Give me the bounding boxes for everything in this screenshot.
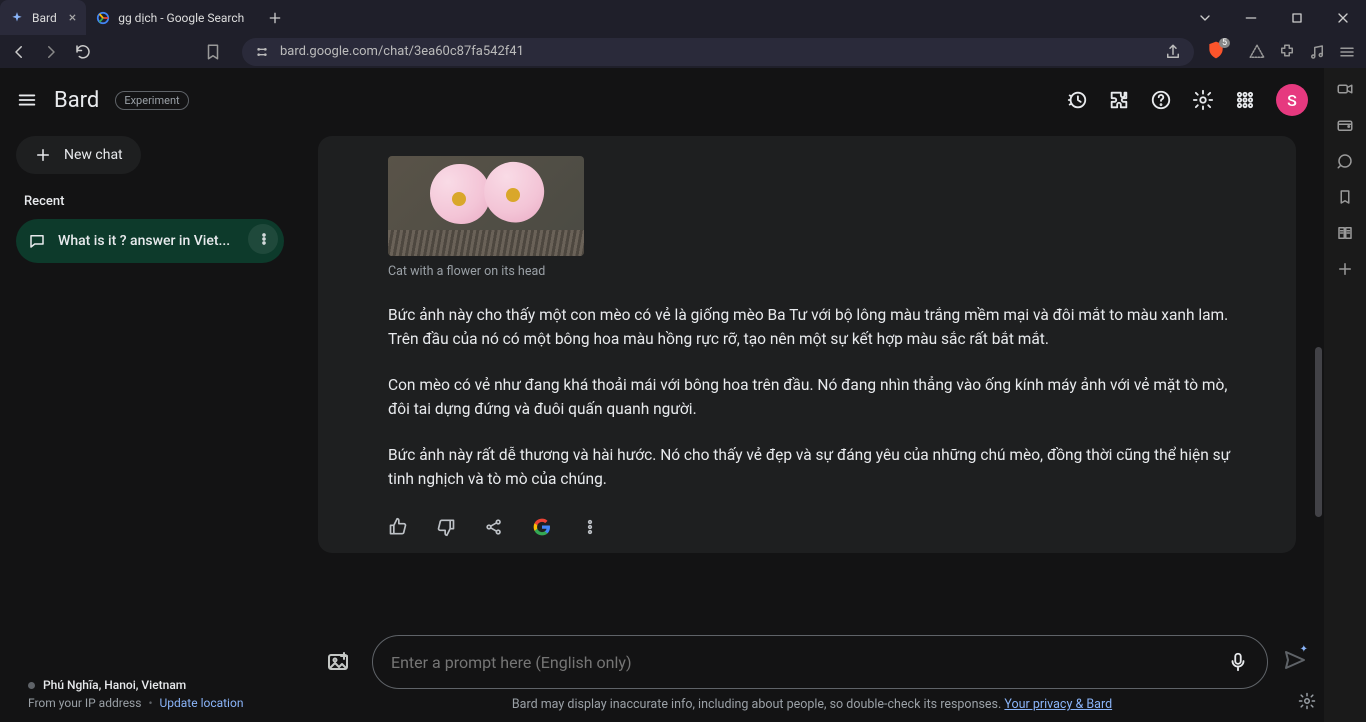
recent-heading: Recent (24, 194, 284, 209)
response-paragraph: Bức ảnh này rất dễ thương và hài hước. N… (388, 443, 1240, 491)
bookmark-icon[interactable] (204, 43, 222, 61)
settings-icon[interactable] (1192, 89, 1214, 111)
add-panel-icon[interactable] (1336, 260, 1354, 278)
rewards-icon[interactable] (1248, 43, 1266, 61)
forward-icon[interactable] (42, 43, 60, 61)
apps-grid-icon[interactable] (1234, 89, 1256, 111)
browser-menu-icon[interactable] (1338, 43, 1356, 61)
mic-icon[interactable] (1227, 651, 1249, 673)
scrollbar-thumb[interactable] (1315, 347, 1322, 517)
menu-icon[interactable] (16, 89, 38, 111)
update-location-link[interactable]: Update location (159, 696, 243, 710)
thumbs-down-icon[interactable] (436, 517, 456, 537)
location-text: Phú Nghĩa, Hanoi, Vietnam (43, 678, 186, 692)
tab-title: gg dịch - Google Search (118, 11, 244, 25)
brave-shield-icon[interactable]: 5 (1206, 40, 1226, 64)
disclaimer: Bard may display inaccurate info, includ… (300, 691, 1324, 722)
shield-count-badge: 5 (1219, 38, 1230, 48)
history-icon[interactable] (1066, 89, 1088, 111)
upload-image-button[interactable] (318, 642, 358, 682)
talk-icon[interactable] (1336, 152, 1354, 170)
bard-app: Bard Experiment S New chat Recent What i… (0, 68, 1324, 722)
chat-icon (28, 232, 46, 250)
google-it-icon[interactable] (532, 517, 552, 537)
tab-close-icon[interactable]: × (69, 10, 76, 26)
tab-title: Bard (32, 11, 57, 25)
extensions-puzzle-icon[interactable] (1108, 89, 1130, 111)
user-avatar[interactable]: S (1276, 84, 1308, 116)
url-bar[interactable]: bard.google.com/chat/3ea60c87fa542f41 (242, 38, 1194, 66)
assistant-message: Cat with a flower on its head Bức ảnh nà… (318, 136, 1296, 553)
wallet-icon[interactable] (1336, 116, 1354, 134)
help-icon[interactable] (1150, 89, 1172, 111)
chat-item-menu-icon[interactable] (256, 231, 272, 251)
window-close-icon[interactable] (1320, 0, 1366, 35)
prompt-row: ✦ (300, 625, 1324, 691)
browser-extras (1248, 43, 1356, 61)
bard-favicon-icon (10, 11, 24, 25)
window-maximize-icon[interactable] (1274, 0, 1320, 35)
chat-item-title: What is it ? answer in Viet... (58, 233, 244, 249)
window-controls (1182, 0, 1366, 35)
sidebar-footer: Phú Nghĩa, Hanoi, Vietnam From your IP a… (16, 678, 284, 710)
message-actions (388, 517, 1240, 537)
music-icon[interactable] (1308, 43, 1326, 61)
response-paragraph: Con mèo có vẻ như đang khá thoải mái với… (388, 373, 1240, 421)
browser-tab-active[interactable]: Bard × (0, 0, 86, 35)
response-image[interactable] (388, 156, 584, 256)
disclaimer-text: Bard may display inaccurate info, includ… (512, 697, 1005, 712)
window-dropdown-icon[interactable] (1182, 0, 1228, 35)
response-paragraph: Bức ảnh này cho thấy một con mèo có vẻ l… (388, 303, 1240, 351)
google-favicon-icon (96, 11, 110, 25)
chat-scroll-area[interactable]: Cat with a flower on its head Bức ảnh nà… (300, 132, 1324, 625)
sidebar: New chat Recent What is it ? answer in V… (0, 132, 300, 722)
from-ip-text: From your IP address (28, 696, 141, 710)
new-chat-label: New chat (64, 147, 123, 163)
app-header: Bard Experiment S (0, 68, 1324, 132)
bookmark-panel-icon[interactable] (1336, 188, 1354, 206)
reload-icon[interactable] (74, 43, 92, 61)
browser-toolbar: bard.google.com/chat/3ea60c87fa542f41 5 (0, 35, 1366, 68)
browser-tab-strip: Bard × gg dịch - Google Search (0, 0, 1366, 35)
browser-tab[interactable]: gg dịch - Google Search (86, 0, 254, 35)
prompt-input-wrapper[interactable] (372, 635, 1268, 689)
site-settings-icon[interactable] (254, 44, 270, 60)
extensions-icon[interactable] (1278, 43, 1296, 61)
back-icon[interactable] (10, 43, 28, 61)
url-text: bard.google.com/chat/3ea60c87fa542f41 (280, 44, 524, 59)
privacy-link[interactable]: Your privacy & Bard (1004, 697, 1112, 712)
response-image-block: Cat with a flower on its head (388, 156, 584, 279)
chat-history-item[interactable]: What is it ? answer in Viet... (16, 219, 284, 263)
thumbs-up-icon[interactable] (388, 517, 408, 537)
new-chat-button[interactable]: New chat (16, 136, 141, 174)
window-minimize-icon[interactable] (1228, 0, 1274, 35)
sparkle-icon: ✦ (1300, 644, 1308, 655)
plus-icon (34, 146, 52, 164)
image-caption: Cat with a flower on its head (388, 264, 584, 279)
new-tab-button[interactable] (262, 5, 288, 31)
response-text: Bức ảnh này cho thấy một con mèo có vẻ l… (388, 303, 1240, 491)
more-actions-icon[interactable] (580, 517, 600, 537)
prompt-input[interactable] (391, 653, 1227, 672)
send-button[interactable]: ✦ (1282, 648, 1306, 676)
brand-name: Bard (54, 88, 99, 113)
chat-column: Cat with a flower on its head Bức ảnh nà… (300, 132, 1324, 722)
share-url-icon[interactable] (1164, 43, 1182, 61)
nav-icons (10, 43, 92, 61)
reading-list-icon[interactable] (1336, 224, 1354, 242)
edge-side-panel (1324, 68, 1366, 722)
corner-settings-icon[interactable] (1298, 692, 1316, 714)
experiment-badge: Experiment (115, 91, 188, 110)
share-icon[interactable] (484, 517, 504, 537)
video-call-icon[interactable] (1336, 80, 1354, 98)
